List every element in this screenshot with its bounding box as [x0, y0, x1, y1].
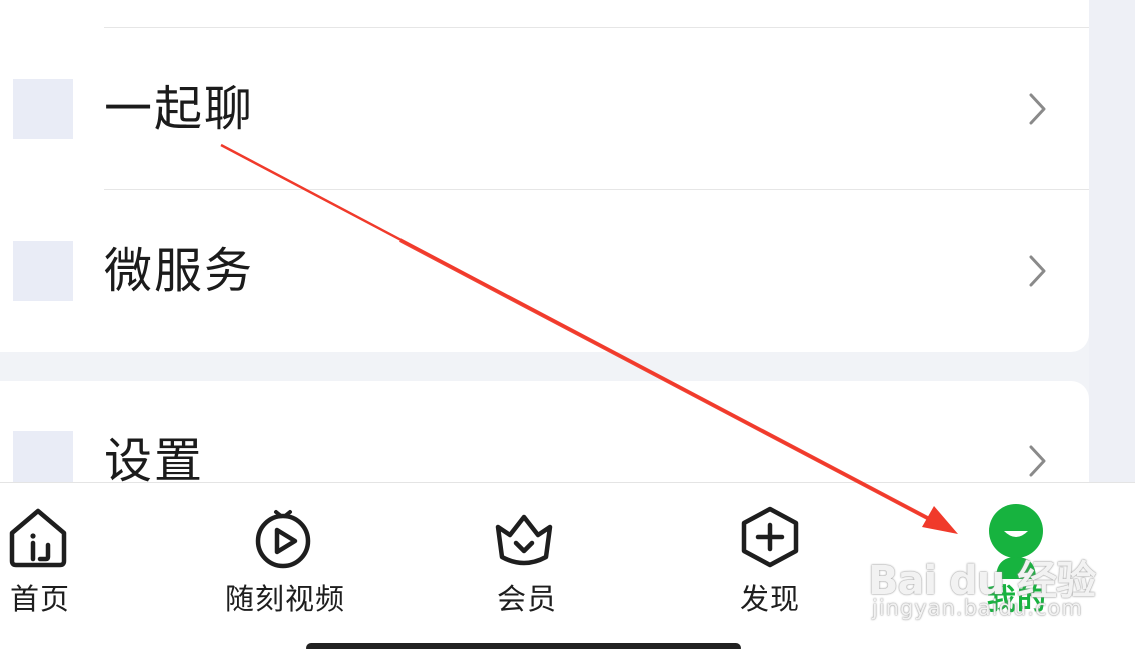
tab-mine[interactable]: 我的 [960, 483, 1135, 649]
tab-label: 发现 [740, 582, 801, 616]
menu-item-micro-service[interactable]: 微服务 [0, 192, 1089, 354]
menu-divider [104, 27, 1089, 28]
menu-item-chat-together[interactable]: 一起聊 [0, 30, 1089, 192]
play-circle-icon [255, 510, 311, 569]
menu-item-thumbnail [13, 79, 73, 139]
menu-item-thumbnail [13, 241, 73, 301]
home-icon [9, 508, 67, 568]
tab-discover[interactable]: 发现 [712, 483, 912, 649]
tab-label: 首页 [10, 582, 71, 616]
crown-basket-icon [495, 514, 553, 566]
chevron-right-icon [1029, 445, 1046, 477]
tab-label: 我的 [987, 582, 1048, 616]
tab-label: 会员 [497, 582, 558, 616]
tab-home[interactable]: 首页 [0, 483, 200, 649]
smiley-avatar-icon [989, 504, 1043, 579]
home-indicator [306, 643, 741, 649]
plus-hexagon-icon [741, 506, 799, 568]
chevron-right-icon [1029, 93, 1046, 125]
menu-item-label: 一起聊 [104, 81, 255, 137]
menu-item-label: 微服务 [104, 243, 255, 299]
bottom-tab-bar: 首页 随刻视频 会员 发现 我的 [0, 482, 1135, 649]
chevron-right-icon [1029, 255, 1046, 287]
tab-label: 随刻视频 [225, 582, 346, 616]
tab-video[interactable]: 随刻视频 [220, 483, 420, 649]
tab-vip[interactable]: 会员 [470, 483, 670, 649]
